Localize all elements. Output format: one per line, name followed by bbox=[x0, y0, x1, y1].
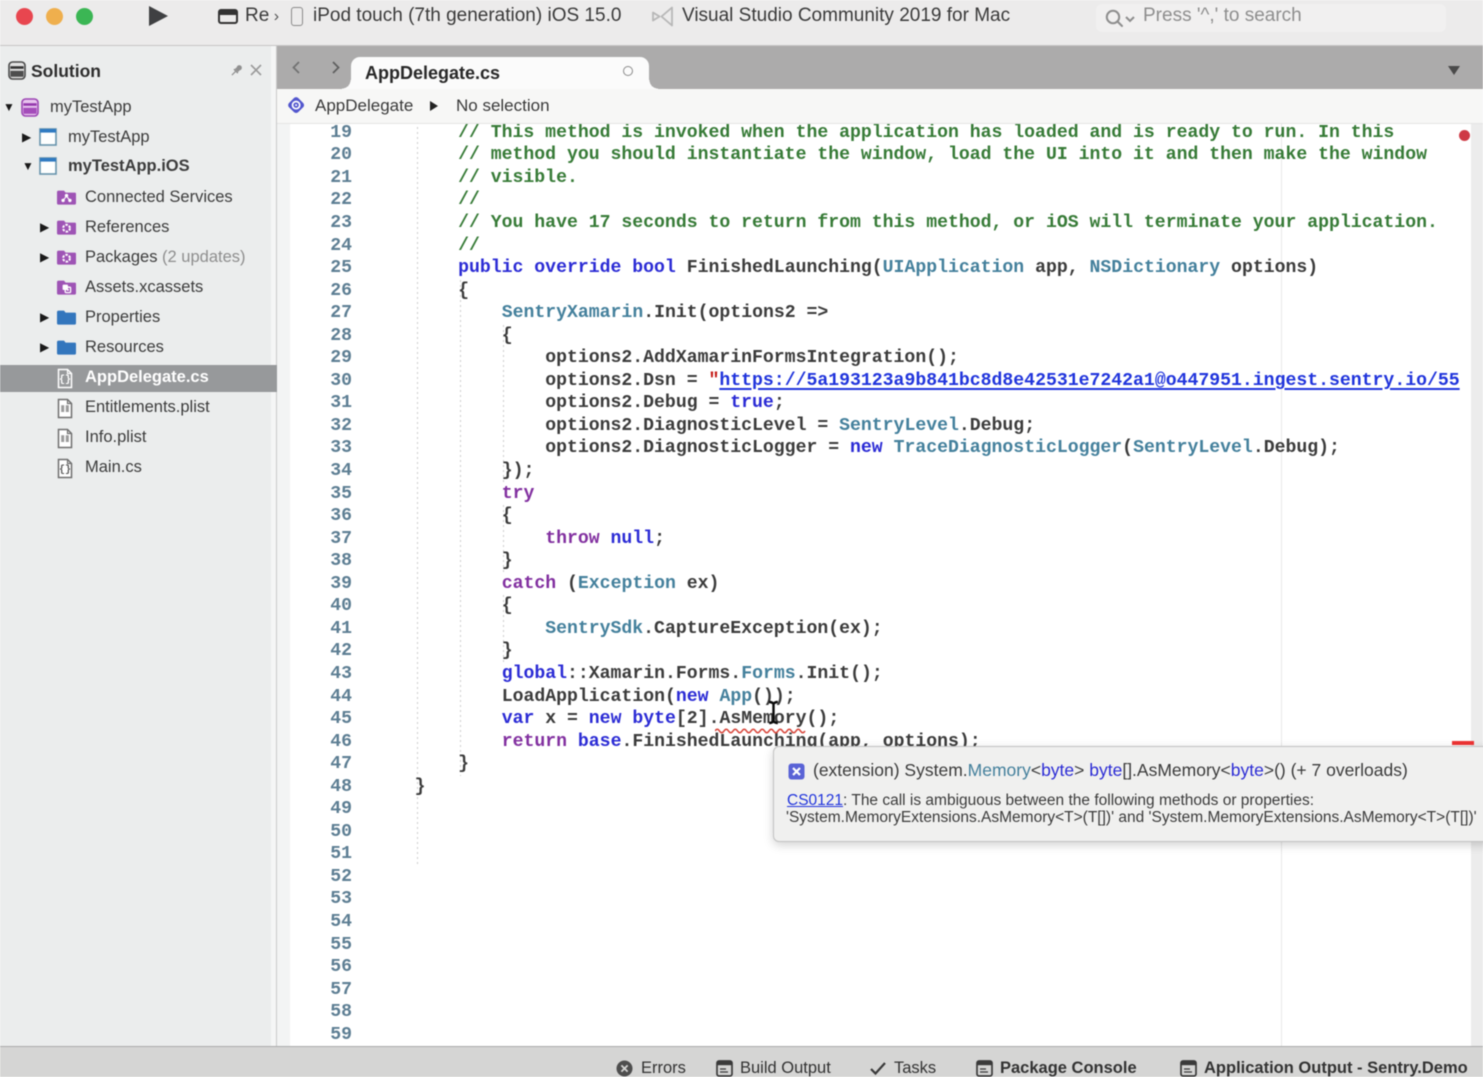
svg-text:{}: {} bbox=[59, 374, 71, 386]
svg-text:{}: {} bbox=[59, 464, 71, 476]
